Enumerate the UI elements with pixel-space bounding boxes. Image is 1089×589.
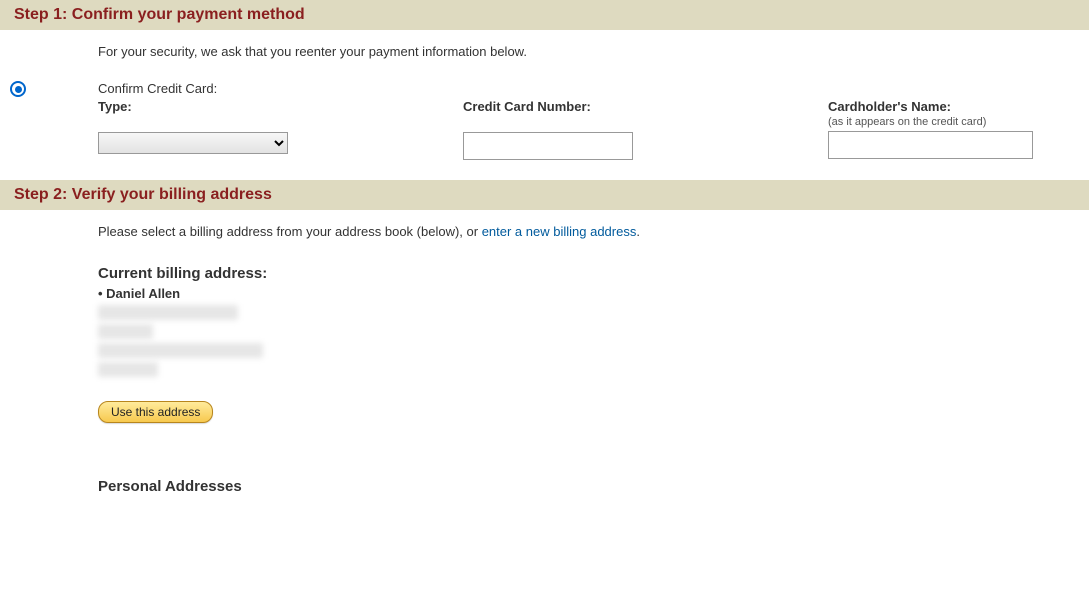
step2-header: Step 2: Verify your billing address — [0, 180, 1089, 210]
radio-confirm-cc[interactable] — [10, 81, 26, 97]
cardholder-name-input[interactable] — [828, 131, 1033, 159]
step2-intro-prefix: Please select a billing address from you… — [98, 224, 482, 239]
step2-intro: Please select a billing address from you… — [98, 224, 1089, 239]
personal-addresses-heading: Personal Addresses — [98, 478, 1089, 495]
cardholder-name-hint: (as it appears on the credit card) — [828, 116, 1078, 128]
credit-card-option: Confirm Credit Card: Type: Credit Card N… — [98, 81, 1089, 160]
current-billing-heading: Current billing address: — [98, 265, 1089, 282]
step2-intro-suffix: . — [636, 224, 640, 239]
address-line-redacted — [98, 343, 263, 358]
use-this-address-button[interactable]: Use this address — [98, 401, 213, 423]
address-line-redacted — [98, 305, 238, 320]
type-label: Type: — [98, 99, 463, 114]
step1-header: Step 1: Confirm your payment method — [0, 0, 1089, 30]
step1-intro: For your security, we ask that you reent… — [98, 44, 1089, 59]
ccnum-label: Credit Card Number: — [463, 99, 828, 114]
address-line-redacted — [98, 362, 158, 377]
card-number-input[interactable] — [463, 132, 633, 160]
address-line-redacted — [98, 324, 153, 339]
current-address-name: Daniel Allen — [98, 286, 1089, 301]
step1-body: For your security, we ask that you reent… — [0, 30, 1089, 180]
enter-new-address-link[interactable]: enter a new billing address — [482, 224, 637, 239]
radio-dot-icon — [15, 86, 22, 93]
cardholder-name-label: Cardholder's Name: — [828, 99, 1078, 114]
step2-body: Please select a billing address from you… — [0, 210, 1089, 515]
confirm-cc-label: Confirm Credit Card: — [98, 81, 1089, 96]
card-type-select[interactable] — [98, 132, 288, 154]
